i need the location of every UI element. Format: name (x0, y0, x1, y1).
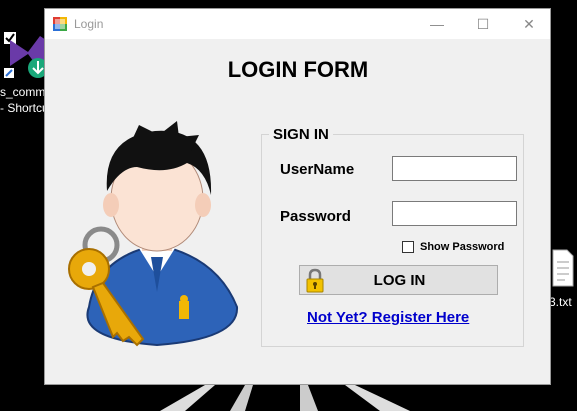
user-with-key-icon (68, 121, 239, 347)
show-password-checkbox[interactable] (402, 241, 414, 253)
show-password-label[interactable]: Show Password (420, 241, 504, 253)
password-input[interactable] (392, 201, 517, 226)
title-bar[interactable]: Login — ☐ ✕ (45, 9, 550, 39)
close-button[interactable]: ✕ (506, 9, 552, 39)
login-window: Login — ☐ ✕ LOGIN FORM SIGN IN UserName … (44, 8, 551, 385)
password-label: Password (280, 208, 351, 225)
shortcut-label-line1: s_comm (0, 85, 46, 99)
window-title: Login (74, 17, 104, 31)
username-input[interactable] (392, 156, 517, 181)
sign-in-group-label: SIGN IN (269, 126, 333, 143)
maximize-icon: ☐ (476, 15, 490, 32)
minimize-button[interactable]: — (414, 9, 460, 39)
show-password-checkbox-row[interactable]: Show Password (402, 241, 504, 253)
login-button[interactable]: LOG IN (299, 265, 498, 295)
shortcut-label-line2: - Shortcu (0, 101, 49, 115)
desktop-shortcut-label: s_comm - Shortcu (0, 84, 49, 116)
close-icon: ✕ (523, 15, 535, 32)
maximize-button[interactable]: ☐ (460, 9, 506, 39)
app-window-icon (53, 17, 67, 31)
username-label: UserName (280, 161, 355, 178)
login-button-label: LOG IN (373, 272, 426, 289)
visual-studio-shortcut-icon[interactable] (2, 30, 48, 80)
desktop-wallpaper-road (160, 385, 410, 411)
minimize-icon: — (430, 16, 444, 32)
register-link[interactable]: Not Yet? Register Here (307, 309, 469, 326)
desktop-file-label: 3.txt (549, 295, 572, 309)
form-title: LOGIN FORM (227, 57, 369, 82)
text-file-icon[interactable] (551, 248, 575, 288)
